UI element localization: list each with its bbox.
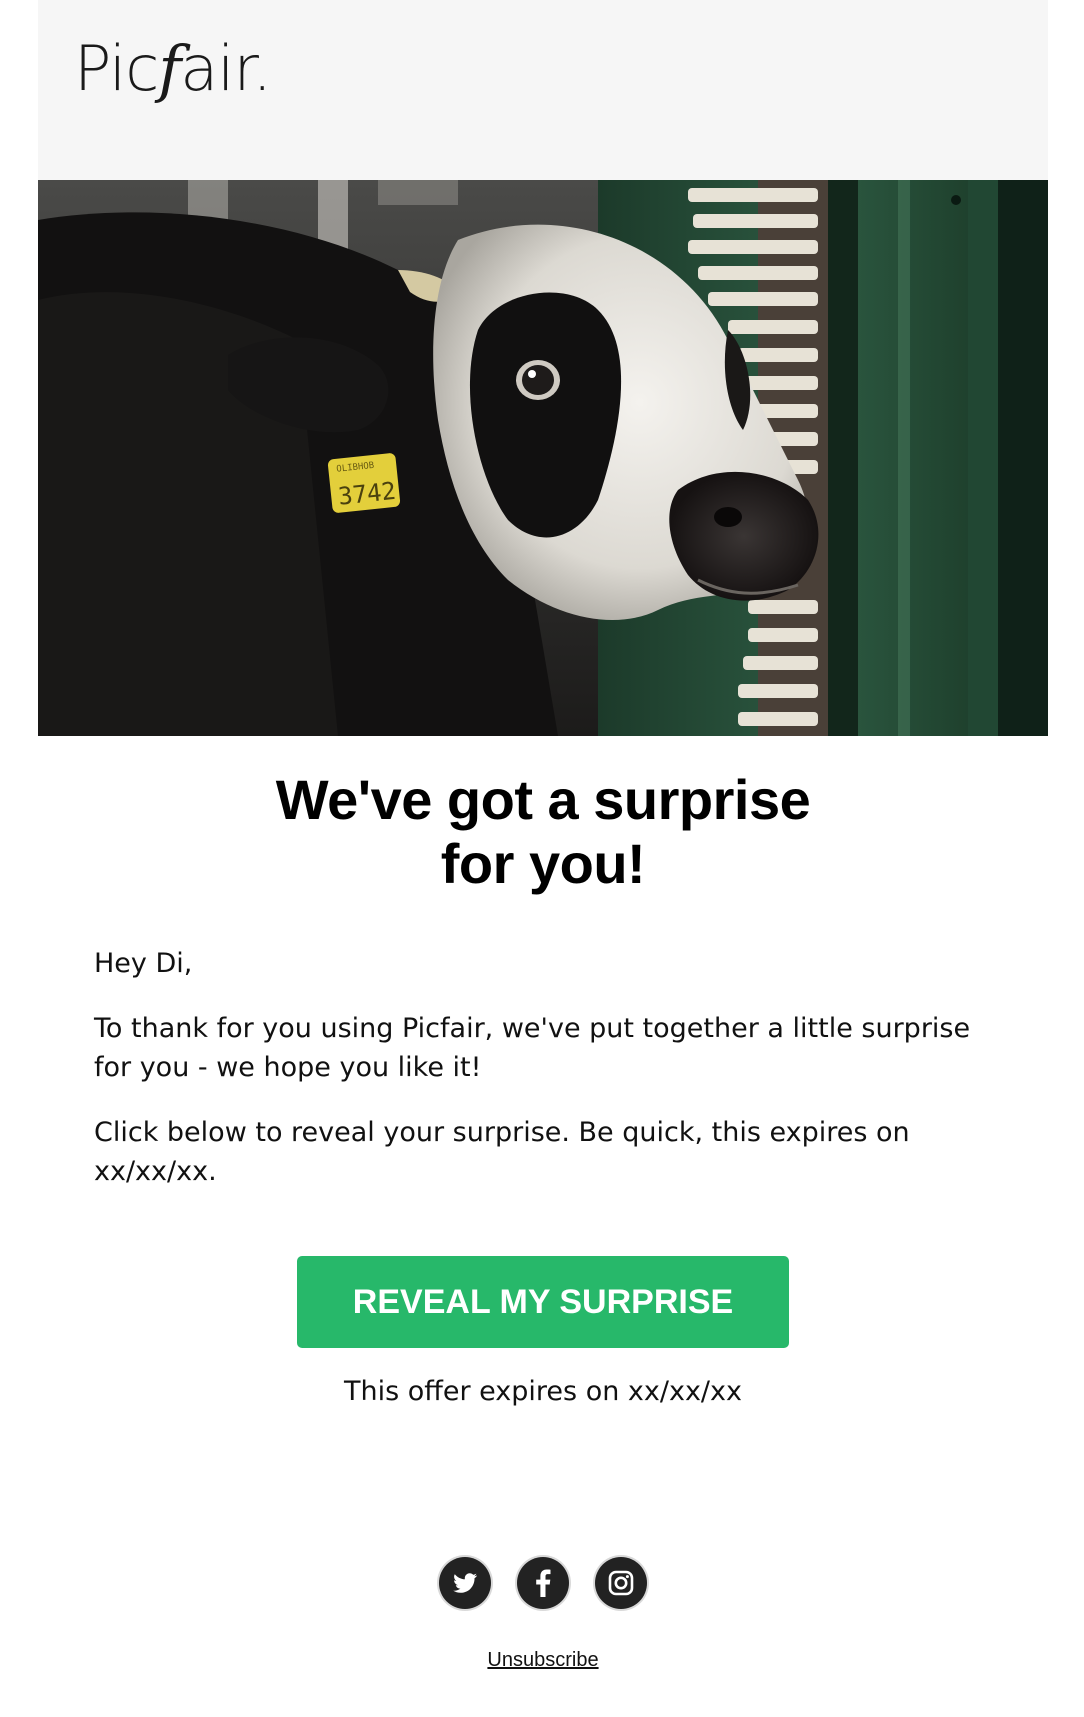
offer-expiry-text: This offer expires on xx/xx/xx [344, 1376, 742, 1407]
headline: We've got a surprise for you! [38, 768, 1048, 896]
ear-tag: OLIBHOB 3742 [327, 453, 401, 513]
hero-image: OLIBHOB 3742 [38, 180, 1048, 736]
headline-line-2: for you! [440, 832, 646, 895]
logo-text-start: Pic [74, 32, 159, 105]
unsubscribe-link[interactable]: Unsubscribe [487, 1649, 598, 1671]
headline-line-1: We've got a surprise [275, 768, 811, 831]
social-links [38, 1557, 1048, 1609]
email-container: Picfair. OLIBHOB 3742 We've got a surpri… [38, 0, 1048, 1717]
facebook-icon[interactable] [517, 1557, 569, 1609]
twitter-icon[interactable] [439, 1557, 491, 1609]
reveal-surprise-button[interactable]: REVEAL MY SURPRISE [297, 1256, 789, 1348]
logo-text-script: f [158, 32, 181, 105]
unsubscribe-footer: Unsubscribe [38, 1649, 1048, 1672]
instagram-icon[interactable] [595, 1557, 647, 1609]
body-paragraph-1: To thank for you using Picfair, we've pu… [94, 1013, 971, 1083]
email-body: Hey Di, To thank for you using Picfair, … [94, 944, 994, 1217]
logo-text-end: air. [180, 32, 272, 105]
picfair-logo[interactable]: Picfair. [74, 38, 272, 100]
greeting: Hey Di, [94, 948, 193, 979]
email-header: Picfair. [38, 0, 1048, 180]
body-paragraph-2: Click below to reveal your surprise. Be … [94, 1117, 910, 1187]
